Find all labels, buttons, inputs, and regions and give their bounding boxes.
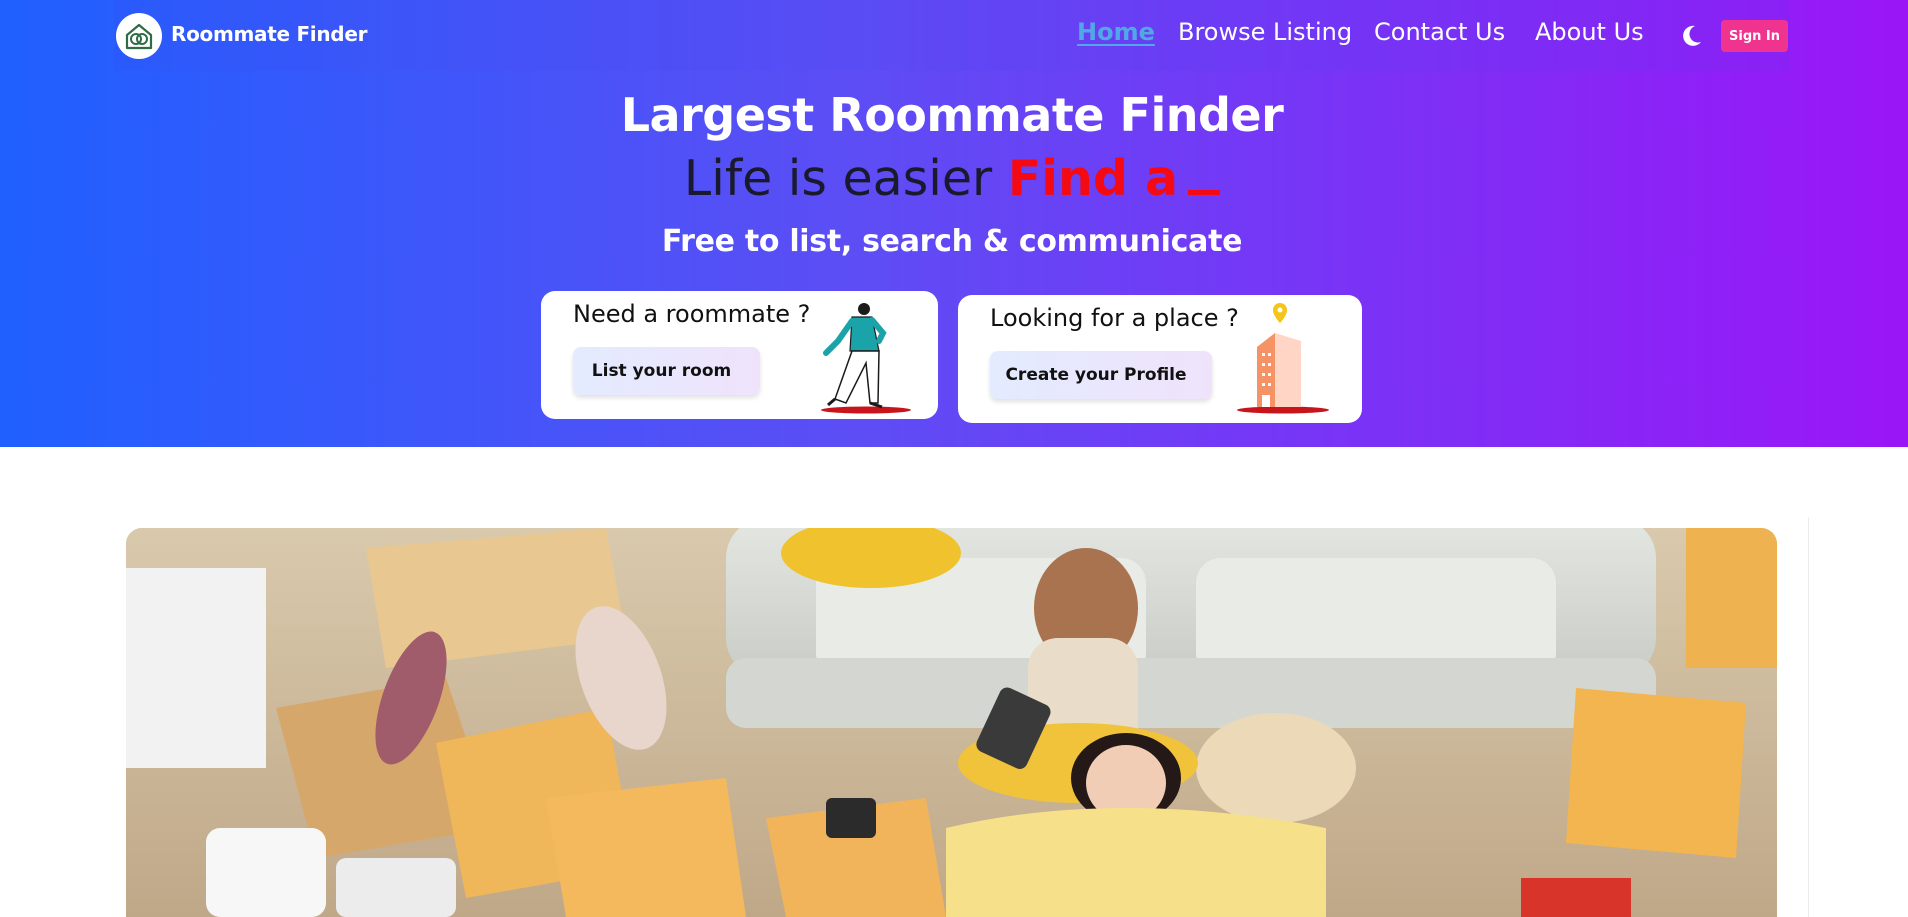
- list-your-room-label: List your room: [591, 361, 732, 381]
- hero-subtitle: Life is easier Find a: [0, 150, 1904, 207]
- hero-title: Largest Roommate Finder: [620, 88, 1284, 142]
- hero-subtitle-typed: Find a: [1007, 150, 1179, 207]
- house-heart-logo-icon: [125, 23, 153, 50]
- looking-place-card: Looking for a place ? Create your Profil…: [958, 295, 1362, 423]
- roommates-moving-photo: [126, 528, 1777, 917]
- sign-in-button[interactable]: Sign In: [1721, 20, 1788, 52]
- logo[interactable]: [116, 13, 162, 59]
- nav-contact-us[interactable]: Contact Us: [1374, 18, 1505, 46]
- looking-place-title: Looking for a place ?: [990, 304, 1239, 332]
- nav-home[interactable]: Home: [1077, 18, 1155, 46]
- page-divider: [1808, 517, 1809, 917]
- list-your-room-button[interactable]: List your room: [573, 347, 760, 395]
- walking-person-illustration: [821, 303, 911, 414]
- brand-name[interactable]: Roommate Finder: [171, 22, 367, 46]
- create-your-profile-label: Create your Profile: [1005, 365, 1187, 385]
- typing-cursor: [1188, 190, 1221, 195]
- hero-tagline: Free to list, search & communicate: [661, 224, 1243, 259]
- hero-photo: [126, 528, 1777, 917]
- need-roommate-card: Need a roommate ? List your room: [541, 291, 938, 419]
- building-with-pin-illustration: [1237, 303, 1329, 414]
- need-roommate-title: Need a roommate ?: [573, 300, 811, 328]
- nav-browse-listing[interactable]: Browse Listing: [1178, 18, 1352, 46]
- nav-about-us[interactable]: About Us: [1535, 18, 1644, 46]
- moon-icon[interactable]: [1681, 24, 1703, 48]
- hero-section: Roommate Finder Home Browse Listing Cont…: [0, 0, 1908, 447]
- create-your-profile-button[interactable]: Create your Profile: [990, 351, 1212, 399]
- hero-subtitle-prefix: Life is easier: [683, 150, 993, 207]
